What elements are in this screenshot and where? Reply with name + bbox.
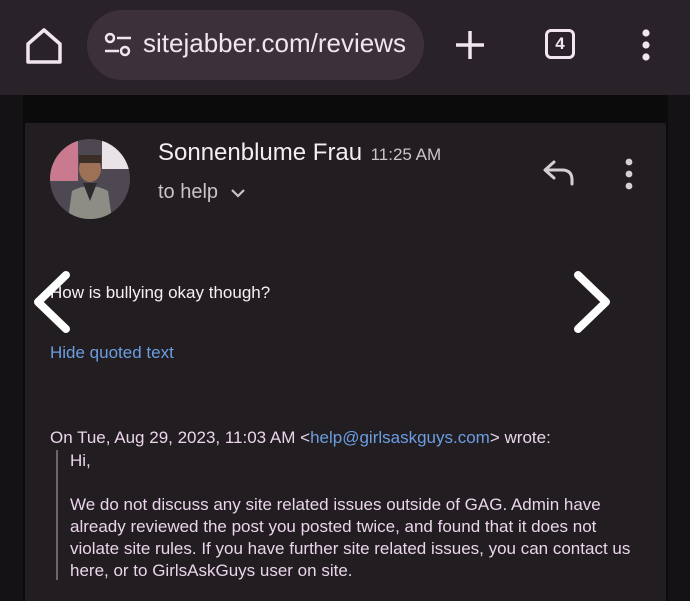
reply-icon — [543, 160, 574, 186]
message-more-button[interactable] — [623, 157, 635, 196]
sender-line: Sonnenblume Frau 11:25 AM — [158, 139, 441, 167]
page-content: Sonnenblume Frau 11:25 AM to help How is… — [0, 95, 690, 601]
email-card: Sonnenblume Frau 11:25 AM to help How is… — [25, 123, 666, 601]
address-bar[interactable]: sitejabber.com/reviews — [87, 10, 424, 80]
quote-greeting: Hi, — [70, 451, 91, 470]
quote-header: On Tue, Aug 29, 2023, 11:03 AM <help@gir… — [50, 428, 551, 448]
browser-toolbar: sitejabber.com/reviews 4 — [0, 0, 690, 95]
quote-header-prefix: On Tue, Aug 29, 2023, 11:03 AM < — [50, 428, 311, 447]
message-body: How is bullying okay though? — [50, 283, 271, 302]
message-time: 11:25 AM — [370, 145, 442, 164]
reply-button[interactable] — [542, 159, 576, 192]
home-icon — [26, 28, 62, 64]
quoted-message: Hi, We do not discuss any site related i… — [56, 450, 650, 580]
quote-email-link[interactable]: help@girlsaskguys.com — [310, 428, 490, 447]
chevron-down-icon — [230, 188, 245, 198]
browser-menu-button[interactable] — [638, 28, 654, 69]
quote-header-suffix: > wrote: — [489, 428, 551, 447]
home-button[interactable] — [22, 24, 66, 68]
avatar-image — [50, 139, 130, 219]
hide-quoted-text-link[interactable]: Hide quoted text — [50, 343, 174, 363]
tune-icon[interactable] — [103, 31, 133, 59]
next-arrow-button[interactable] — [570, 269, 614, 340]
chevron-right-icon — [574, 271, 610, 333]
previous-arrow-button[interactable] — [30, 269, 74, 340]
recipient-details-toggle[interactable]: to help — [158, 181, 246, 204]
tab-count: 4 — [555, 34, 565, 53]
new-tab-button[interactable] — [451, 26, 489, 69]
avatar[interactable] — [50, 139, 130, 219]
sender-name[interactable]: Sonnenblume Frau — [158, 139, 362, 166]
quote-body: We do not discuss any site related issue… — [70, 495, 631, 580]
recipient-label: to help — [158, 181, 219, 203]
plus-icon — [456, 31, 484, 59]
chevron-left-icon — [34, 271, 70, 333]
more-vert-icon — [625, 158, 633, 190]
more-vert-icon — [642, 29, 650, 61]
tab-switcher-button[interactable]: 4 — [545, 29, 575, 59]
url-text[interactable]: sitejabber.com/reviews — [143, 28, 413, 59]
